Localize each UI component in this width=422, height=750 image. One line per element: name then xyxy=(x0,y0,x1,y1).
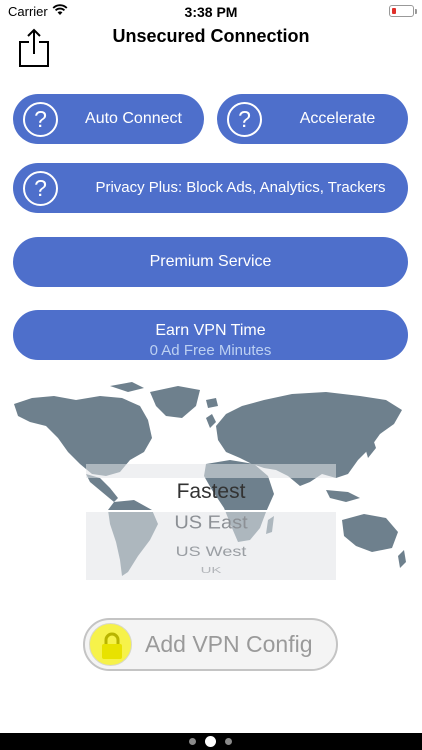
premium-service-label: Premium Service xyxy=(149,253,272,270)
add-vpn-config-button[interactable]: Add VPN Config xyxy=(83,618,338,671)
help-icon[interactable]: ? xyxy=(23,102,58,137)
premium-service-button[interactable]: Premium Service xyxy=(13,237,408,287)
page-indicator xyxy=(0,733,422,750)
server-option[interactable]: Fastest xyxy=(0,480,422,504)
auto-connect-button[interactable]: ? Auto Connect xyxy=(13,94,204,144)
server-option[interactable]: US East xyxy=(0,513,422,534)
lock-icon xyxy=(89,623,132,666)
earn-vpn-time-button[interactable]: Earn VPN Time 0 Ad Free Minutes xyxy=(13,310,408,360)
server-picker[interactable]: Fastest US East US West UK xyxy=(0,464,422,580)
privacy-plus-button[interactable]: ? Privacy Plus: Block Ads, Analytics, Tr… xyxy=(13,163,408,213)
server-option[interactable]: UK xyxy=(0,566,422,575)
page-dot[interactable] xyxy=(225,738,232,745)
page-dot[interactable] xyxy=(189,738,196,745)
battery-level xyxy=(392,8,396,14)
page-dot-active[interactable] xyxy=(205,736,216,747)
privacy-plus-label: Privacy Plus: Block Ads, Analytics, Trac… xyxy=(95,179,386,196)
help-icon[interactable]: ? xyxy=(23,171,58,206)
page-title: Unsecured Connection xyxy=(112,26,310,46)
auto-connect-label: Auto Connect xyxy=(85,110,182,127)
server-option[interactable]: US West xyxy=(0,543,422,559)
accelerate-button[interactable]: ? Accelerate xyxy=(217,94,408,144)
picker-shade xyxy=(86,464,336,478)
ad-free-minutes-label: 0 Ad Free Minutes xyxy=(149,342,272,359)
add-vpn-config-label: Add VPN Config xyxy=(145,631,313,657)
status-bar: Carrier 3:38 PM xyxy=(0,0,422,24)
battery-icon xyxy=(389,5,417,17)
picker-divider xyxy=(86,510,336,512)
earn-vpn-time-label: Earn VPN Time xyxy=(155,322,266,339)
clock: 3:38 PM xyxy=(184,4,238,20)
accelerate-label: Accelerate xyxy=(299,110,376,127)
help-icon[interactable]: ? xyxy=(227,102,262,137)
